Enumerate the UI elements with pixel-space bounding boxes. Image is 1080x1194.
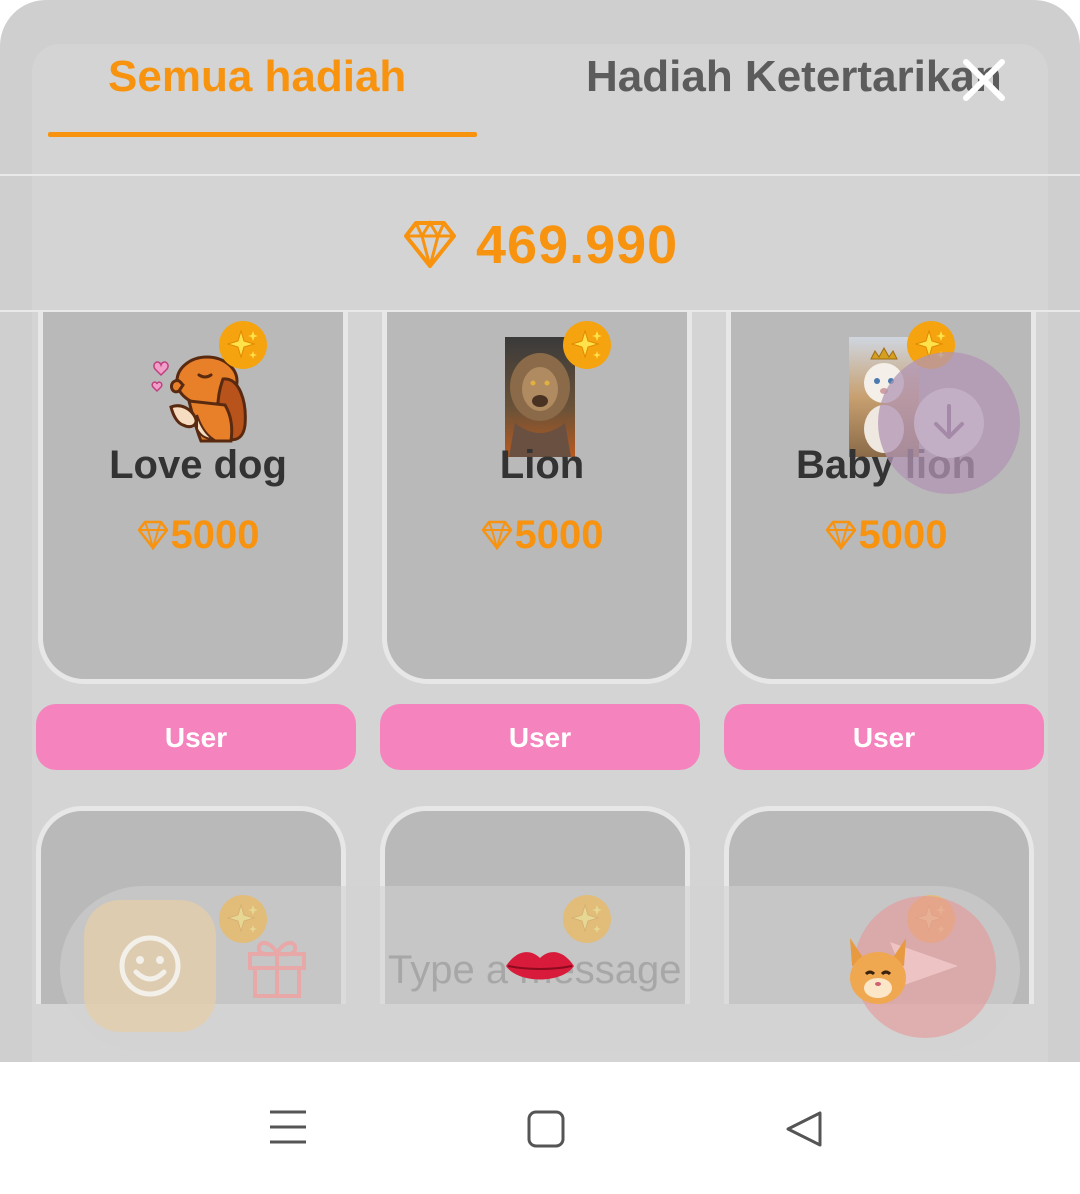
- gift-badge-user[interactable]: User: [380, 704, 700, 770]
- sparkle-badge-icon: [219, 321, 267, 369]
- message-input[interactable]: [386, 936, 810, 1004]
- smiley-icon: [119, 935, 181, 997]
- gift-icon: [248, 941, 306, 998]
- active-tab-indicator: [48, 132, 477, 137]
- download-button[interactable]: [878, 352, 1020, 494]
- lips-icon: [504, 944, 576, 993]
- header-divider: [0, 174, 1080, 176]
- diamond-icon: [404, 220, 456, 272]
- gift-card-lion[interactable]: Lion 5000: [382, 312, 692, 684]
- gift-card-love-dog[interactable]: Love dog 5000: [38, 312, 348, 684]
- bunny-face-icon: [836, 934, 920, 1013]
- gift-price-value: 5000: [858, 513, 948, 557]
- recent-apps-button[interactable]: [268, 1108, 308, 1149]
- close-button[interactable]: [958, 54, 1010, 106]
- gift-name: Love dog: [109, 443, 287, 487]
- gift-price: 5000: [731, 513, 1041, 558]
- home-button[interactable]: [527, 1110, 565, 1151]
- diamond-icon: [825, 520, 856, 552]
- system-nav-bar: [0, 1062, 1080, 1194]
- gift-bottom-sheet: Semua hadiah Hadiah Ketertarikan 469.990: [0, 0, 1080, 1062]
- emoji-button[interactable]: [84, 900, 216, 1032]
- gift-price-value: 5000: [514, 513, 604, 557]
- gift-price: 5000: [43, 513, 353, 558]
- back-button[interactable]: [784, 1110, 824, 1151]
- diamond-icon: [481, 520, 512, 552]
- sparkle-badge-icon: [563, 321, 611, 369]
- diamond-icon: [137, 520, 168, 552]
- close-icon: [963, 59, 1005, 101]
- download-icon: [934, 404, 964, 439]
- back-icon: [786, 1111, 822, 1147]
- home-icon: [527, 1110, 565, 1148]
- diamond-balance: 469.990: [476, 215, 679, 275]
- gift-price-value: 5000: [170, 513, 260, 557]
- gift-badge-user[interactable]: User: [724, 704, 1044, 770]
- gift-price: 5000: [387, 513, 697, 558]
- gift-name: Lion: [499, 443, 585, 487]
- gift-button[interactable]: [246, 934, 308, 1000]
- gift-badge-user[interactable]: User: [36, 704, 356, 770]
- menu-icon: [270, 1110, 306, 1144]
- tab-interest-gifts[interactable]: Hadiah Ketertarikan: [586, 52, 1002, 102]
- tab-all-gifts[interactable]: Semua hadiah: [108, 52, 406, 102]
